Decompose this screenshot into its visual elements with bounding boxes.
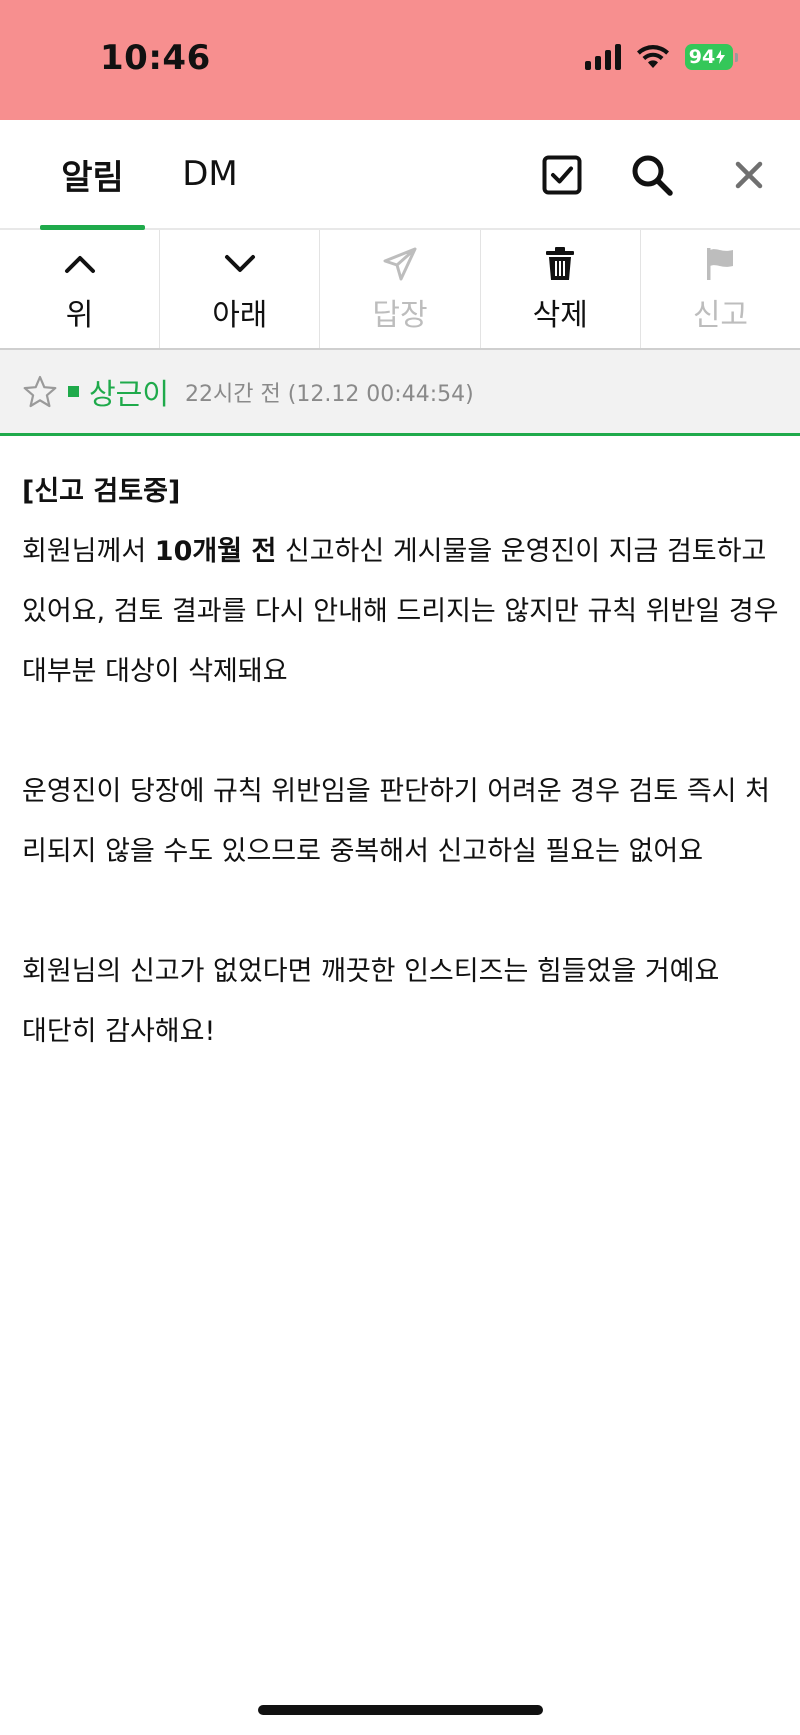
tab-alarm[interactable]: 알림	[40, 120, 145, 230]
message-paragraph-1: 회원님께서 10개월 전 신고하신 게시물을 운영진이 지금 검토하고 있어요,…	[22, 536, 779, 687]
close-icon[interactable]	[724, 150, 774, 200]
star-icon[interactable]	[22, 374, 58, 410]
down-label: 아래	[212, 298, 268, 333]
author-name[interactable]: 상근이	[89, 371, 169, 413]
chevron-up-icon	[60, 244, 100, 284]
status-bar: 10:46 94	[0, 0, 800, 120]
highlight-period: 10개월 전	[154, 536, 277, 567]
reply-label: 답장	[372, 298, 428, 333]
tab-dm[interactable]: DM	[160, 120, 260, 228]
message-title: [신고 검토중]	[22, 476, 181, 507]
author-status-square	[68, 386, 79, 397]
delete-label: 삭제	[532, 298, 588, 333]
message-timestamp: 22시간 전 (12.12 00:44:54)	[185, 381, 474, 407]
up-button[interactable]: 위	[0, 230, 161, 348]
cellular-signal-icon	[585, 44, 621, 70]
up-label: 위	[65, 298, 94, 333]
search-icon[interactable]	[627, 150, 677, 200]
send-icon	[380, 244, 420, 284]
report-button[interactable]: 신고	[641, 230, 800, 348]
checkbox-icon[interactable]	[537, 150, 587, 200]
message-toolbar: 위 아래 답장 삭제 신고	[0, 230, 800, 350]
report-label: 신고	[692, 298, 749, 333]
status-indicators: 94	[585, 44, 738, 70]
message-body: [신고 검토중] 회원님께서 10개월 전 신고하신 게시물을 운영진이 지금 …	[22, 462, 782, 1062]
reply-button[interactable]: 답장	[320, 230, 481, 348]
home-indicator	[258, 1705, 543, 1715]
wifi-icon	[637, 45, 669, 68]
battery-icon: 94	[685, 44, 738, 70]
delete-button[interactable]: 삭제	[481, 230, 641, 348]
down-button[interactable]: 아래	[160, 230, 321, 348]
tab-header: 알림 DM	[0, 120, 800, 230]
message-paragraph-2: 운영진이 당장에 규칙 위반임을 판단하기 어려운 경우 검토 즉시 처리되지 …	[22, 776, 770, 867]
status-time: 10:46	[100, 38, 211, 78]
battery-level: 94	[688, 46, 716, 68]
chevron-down-icon	[220, 244, 260, 284]
flag-icon	[700, 244, 740, 284]
trash-icon	[540, 244, 580, 284]
message-meta: 상근이 22시간 전 (12.12 00:44:54)	[0, 350, 800, 436]
message-paragraph-3: 회원님의 신고가 없었다면 깨끗한 인스티즈는 힘들었을 거예요	[22, 956, 720, 987]
message-paragraph-4: 대단히 감사해요!	[22, 1016, 216, 1047]
